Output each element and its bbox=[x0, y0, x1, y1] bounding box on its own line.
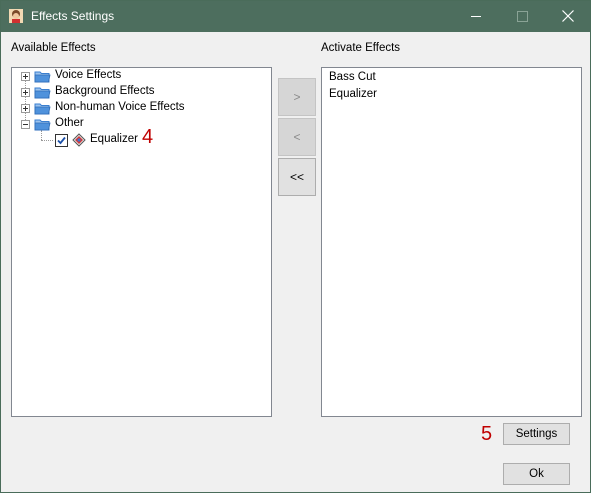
collapse-icon[interactable] bbox=[21, 120, 30, 129]
expand-icon[interactable] bbox=[21, 88, 30, 97]
active-effects-label: Activate Effects bbox=[321, 42, 401, 54]
folder-icon bbox=[34, 71, 51, 83]
annotation-marker-4: 4 bbox=[142, 126, 154, 148]
tree-item-label: Other bbox=[55, 117, 84, 129]
expand-icon[interactable] bbox=[21, 72, 30, 81]
app-icon bbox=[9, 9, 23, 23]
tree-item-label: Background Effects bbox=[55, 85, 155, 97]
close-button[interactable] bbox=[545, 1, 591, 32]
effects-settings-window: Effects Settings Available Effects Activ… bbox=[0, 0, 591, 493]
tree-item-background-effects[interactable]: Background Effects bbox=[12, 84, 271, 100]
list-item[interactable]: Bass Cut bbox=[329, 71, 376, 83]
tree-item-label: Voice Effects bbox=[55, 69, 122, 81]
minimize-button[interactable] bbox=[453, 1, 499, 32]
remove-effect-button[interactable]: < bbox=[278, 118, 316, 156]
folder-icon bbox=[34, 103, 51, 115]
title-bar[interactable]: Effects Settings bbox=[1, 1, 590, 32]
tree-item-label: Non-human Voice Effects bbox=[55, 101, 185, 113]
maximize-icon bbox=[517, 11, 528, 22]
available-effects-label: Available Effects bbox=[11, 42, 96, 54]
window-title: Effects Settings bbox=[31, 9, 115, 23]
remove-all-effects-button[interactable]: << bbox=[278, 158, 316, 196]
tree-item-non-human-voice-effects[interactable]: Non-human Voice Effects bbox=[12, 100, 271, 116]
maximize-button[interactable] bbox=[499, 1, 545, 32]
annotation-marker-5: 5 bbox=[481, 423, 493, 445]
list-item[interactable]: Equalizer bbox=[329, 88, 377, 100]
tree-item-voice-effects[interactable]: Voice Effects bbox=[12, 68, 271, 84]
available-effects-tree[interactable]: Voice Effects Background Effects Non-hum… bbox=[11, 67, 272, 417]
minimize-icon bbox=[471, 16, 481, 17]
expand-icon[interactable] bbox=[21, 104, 30, 113]
checkmark-icon bbox=[57, 136, 66, 145]
folder-icon bbox=[34, 87, 51, 99]
ok-button[interactable]: Ok bbox=[503, 463, 570, 485]
active-effects-list[interactable]: Bass Cut Equalizer bbox=[321, 67, 582, 417]
add-effect-button[interactable]: > bbox=[278, 78, 316, 116]
equalizer-effect-icon bbox=[72, 133, 86, 147]
close-icon bbox=[562, 10, 574, 22]
tree-item-label: Equalizer bbox=[90, 133, 138, 145]
folder-open-icon bbox=[34, 119, 51, 131]
equalizer-checkbox[interactable] bbox=[55, 134, 68, 147]
settings-button[interactable]: Settings bbox=[503, 423, 570, 445]
